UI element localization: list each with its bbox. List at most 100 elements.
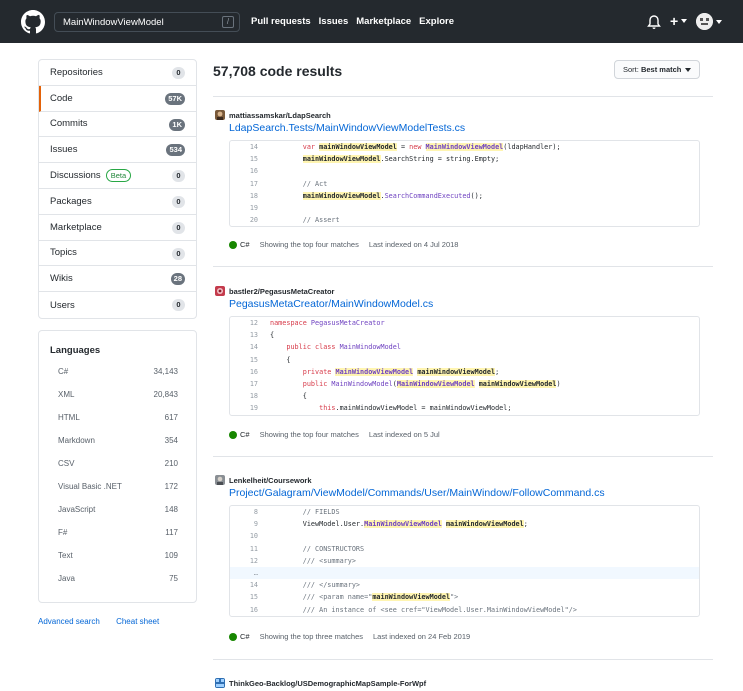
menu-item-packages[interactable]: Packages 0 xyxy=(39,189,196,215)
language-filter-item[interactable]: Markdown 354 xyxy=(58,436,178,448)
menu-item-discussions[interactable]: Discussions Beta 0 xyxy=(39,163,196,189)
language-filter-item[interactable]: JavaScript 148 xyxy=(58,505,178,517)
code-line: 13{ xyxy=(249,331,275,340)
repo-name: bastler2/PegasusMetaCreator xyxy=(229,286,335,296)
count-badge: 0 xyxy=(172,221,185,234)
chevron-down-icon xyxy=(685,68,691,72)
menu-item-topics[interactable]: Topics 0 xyxy=(39,241,196,267)
menu-item-issues[interactable]: Issues 534 xyxy=(39,137,196,164)
menu-item-label: Marketplace xyxy=(50,221,102,233)
code-line: 17 public MainWindowModel(MainWindowView… xyxy=(249,379,561,388)
language-count: 75 xyxy=(169,574,178,583)
code-line: 16 private MainWindowViewModel mainWindo… xyxy=(249,367,500,376)
menu-item-repositories[interactable]: Repositories 0 xyxy=(39,60,196,86)
menu-item-code[interactable]: Code 57K xyxy=(39,85,196,112)
top-nav: Pull requests Issues Marketplace Explore xyxy=(251,16,462,27)
language-count: 617 xyxy=(164,413,178,422)
result-repo[interactable]: Lenkelheit/Coursework xyxy=(215,475,312,485)
language-filter-item[interactable]: C# 34,143 xyxy=(58,367,178,379)
sort-value: Best match xyxy=(640,65,682,74)
code-line: 11 // CONSTRUCTORS xyxy=(249,544,365,553)
results-count-title: 57,708 code results xyxy=(213,63,343,79)
result-repo[interactable]: mattiassamskar/LdapSearch xyxy=(215,110,331,120)
language-count: 148 xyxy=(164,505,178,514)
language-filter-item[interactable]: Text 109 xyxy=(58,551,178,563)
code-snippet: 12 namespace PegasusMetaCreator 13{ 14 pu… xyxy=(229,316,700,416)
code-line: 14 public class MainWindowModel xyxy=(249,343,401,352)
language-filter-item[interactable]: Java 75 xyxy=(58,574,178,586)
menu-item-users[interactable]: Users 0 xyxy=(39,292,196,318)
cheat-sheet-link[interactable]: Cheat sheet xyxy=(116,617,159,626)
result-language: C# xyxy=(240,240,250,249)
count-badge: 28 xyxy=(170,273,185,286)
result-file-link[interactable]: PegasusMetaCreator/MainWindowModel.cs xyxy=(229,298,433,310)
result-language: C# xyxy=(240,430,250,439)
count-badge: 0 xyxy=(172,299,185,312)
results-divider xyxy=(213,266,713,267)
sort-dropdown-button[interactable]: Sort: Best match xyxy=(614,60,700,79)
code-snippet: 14 var mainWindowViewModel = new MainWin… xyxy=(229,140,700,228)
language-filter-item[interactable]: HTML 617 xyxy=(58,413,178,425)
result-matches: Showing the top three matches xyxy=(259,632,363,641)
language-name: Markdown xyxy=(58,436,95,445)
result-file-link[interactable]: Project/Galagram/ViewModel/Commands/User… xyxy=(229,487,605,499)
count-badge: 0 xyxy=(172,195,185,208)
code-line: 16 /// An instance of <see cref="ViewMod… xyxy=(249,605,577,614)
result-indexed: Last indexed on 5 Jul xyxy=(368,430,440,439)
code-line: 9 ViewModel.User.MainWindowViewModel mai… xyxy=(253,520,528,529)
menu-item-marketplace[interactable]: Marketplace 0 xyxy=(39,215,196,241)
code-line: 12 /// <summary> xyxy=(249,556,356,565)
code-line: 10 xyxy=(249,532,258,541)
language-filter-item[interactable]: F# 117 xyxy=(58,528,178,540)
avatar-identicon-icon xyxy=(696,13,713,30)
code-line: 12 namespace PegasusMetaCreator xyxy=(249,319,385,327)
result-repo[interactable]: ThinkGeo-Backlog/USDemographicMapSample-… xyxy=(215,678,426,688)
nav-issues[interactable]: Issues xyxy=(319,16,349,27)
chevron-down-icon[interactable] xyxy=(681,19,687,23)
github-logo-icon[interactable] xyxy=(21,10,45,34)
beta-badge: Beta xyxy=(105,169,132,183)
menu-item-commits[interactable]: Commits 1K xyxy=(39,112,196,138)
menu-item-wikis[interactable]: Wikis 28 xyxy=(39,266,196,293)
code-line: 15 { xyxy=(249,355,291,364)
language-count: 172 xyxy=(164,482,178,491)
menu-item-label: Discussions xyxy=(50,170,101,182)
language-name: HTML xyxy=(58,413,80,422)
language-filter-item[interactable]: Visual Basic .NET 172 xyxy=(58,482,178,494)
language-filter-item[interactable]: XML 20,843 xyxy=(58,390,178,402)
language-name: CSV xyxy=(58,459,75,468)
language-color-dot xyxy=(229,240,237,249)
result-file-link[interactable]: LdapSearch.Tests/MainWindowViewModelTest… xyxy=(229,122,465,134)
search-type-menu: Repositories 0 Code 57K Commits 1K Issues 534 Di… xyxy=(38,59,197,319)
result-language: C# xyxy=(240,632,250,641)
search-box[interactable]: / xyxy=(54,12,240,32)
language-count: 354 xyxy=(164,436,178,445)
code-line: 18 { xyxy=(249,392,307,401)
results-divider xyxy=(213,456,713,457)
code-line: 20 // Assert xyxy=(249,216,340,225)
avatar[interactable] xyxy=(696,13,713,30)
advanced-search-link[interactable]: Advanced search xyxy=(38,617,100,626)
plus-icon[interactable]: + xyxy=(670,13,678,29)
menu-item-label: Issues xyxy=(50,144,78,156)
nav-marketplace[interactable]: Marketplace xyxy=(356,16,411,27)
menu-item-label: Repositories xyxy=(50,66,103,78)
nav-pull-requests[interactable]: Pull requests xyxy=(251,16,311,27)
repo-name: Lenkelheit/Coursework xyxy=(229,475,312,485)
language-name: Text xyxy=(58,551,73,560)
language-name: C# xyxy=(58,367,69,376)
result-indexed: Last indexed on 4 Jul 2018 xyxy=(368,240,459,249)
code-line: 15 mainWindowViewModel.SearchString = st… xyxy=(249,155,500,164)
global-header: / Pull requests Issues Marketplace Explo… xyxy=(0,0,743,43)
language-filter-item[interactable]: CSV 210 xyxy=(58,459,178,471)
search-input[interactable] xyxy=(63,16,213,28)
nav-explore[interactable]: Explore xyxy=(419,16,454,27)
menu-item-label: Wikis xyxy=(50,273,73,285)
bell-icon[interactable] xyxy=(647,14,661,30)
language-color-dot xyxy=(229,430,237,439)
result-repo[interactable]: bastler2/PegasusMetaCreator xyxy=(215,286,334,296)
count-badge: 0 xyxy=(172,170,185,183)
sort-prefix: Sort: xyxy=(623,65,639,74)
count-badge: 0 xyxy=(172,67,185,79)
chevron-down-icon[interactable] xyxy=(716,20,722,24)
